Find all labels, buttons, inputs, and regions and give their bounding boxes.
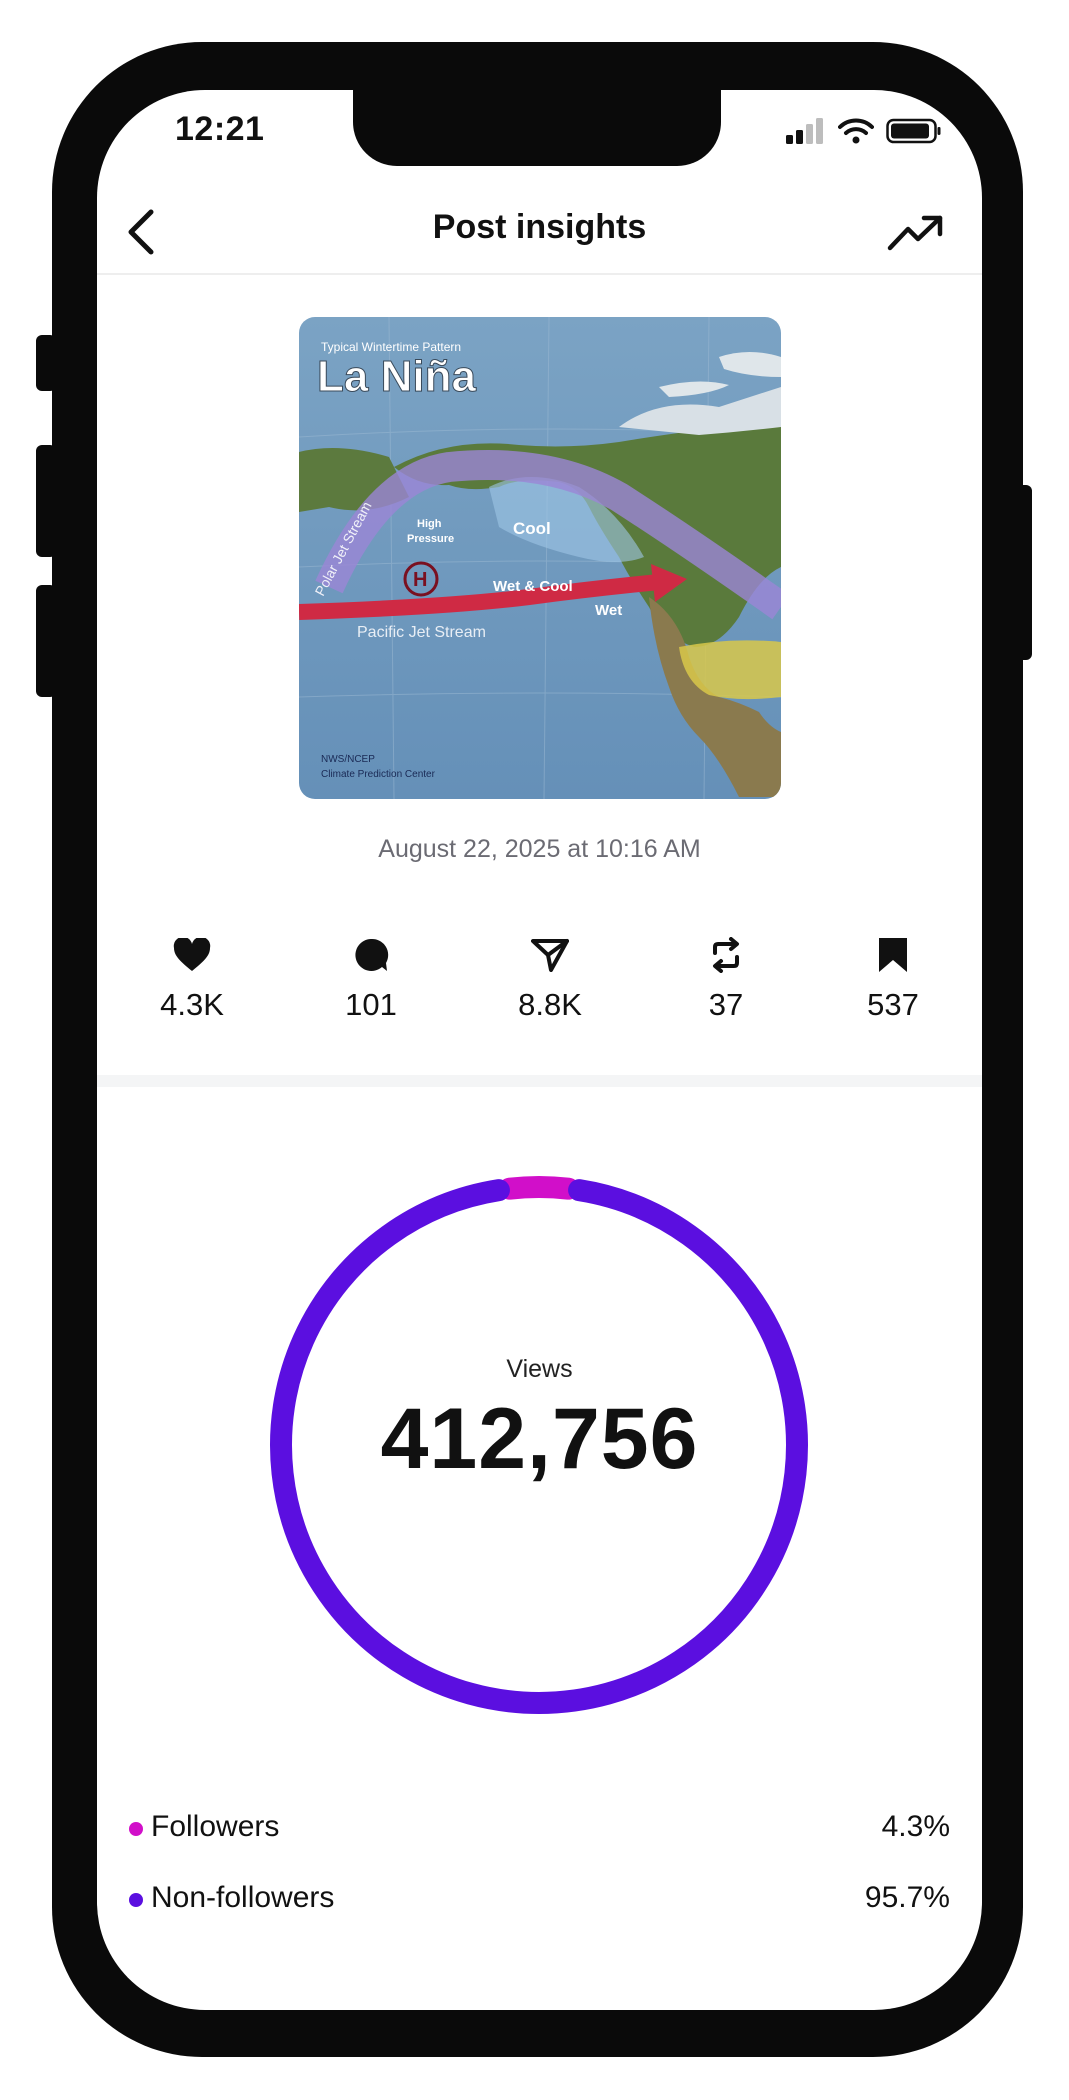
page-title: Post insights [432,208,647,246]
status-time: 12:21 [175,110,265,148]
bookmark-icon [879,938,907,972]
credit-line-1: NWS/NCEP [321,754,375,765]
nav-bar: Post insights [97,190,982,280]
status-icons [786,118,942,144]
stat-value: 8.8K [518,987,582,1022]
pressure-label: Pressure [407,533,454,545]
wet-label: Wet [595,602,622,619]
stat-value: 101 [345,987,397,1022]
image-title: La Niña [317,352,476,401]
battery-icon [886,118,941,144]
h-label: H [413,569,427,591]
stat-value: 37 [708,987,744,1022]
legend-dot [129,1893,143,1907]
legend-row-non-followers: Non-followers 95.7% [125,1881,950,1921]
stat-shares[interactable]: 8.8K [490,935,610,1023]
legend-dot [129,1822,143,1836]
la-nina-map-image: Typical Wintertime Pattern La Niña Polar… [299,317,781,799]
views-value: 412,756 [380,1391,699,1487]
signal-icon [786,118,823,144]
post-date: August 22, 2025 at 10:16 AM [378,835,701,863]
trending-up-icon [887,215,943,251]
high-label: High [417,518,442,530]
heart-icon [173,938,211,971]
wet-cool-label: Wet & Cool [493,578,573,595]
send-icon [531,939,569,972]
screen: 12:21 Post insights Typical Wintertime P… [97,90,982,2010]
trend-button[interactable] [886,208,946,258]
wifi-icon [838,118,874,144]
stat-reposts[interactable]: 37 [666,935,786,1023]
cool-label: Cool [513,519,551,538]
stat-likes[interactable]: 4.3K [132,935,252,1023]
comment-icon [355,938,389,971]
donut-segment-followers [498,1176,580,1200]
nav-divider [97,273,982,275]
section-divider [97,1075,982,1087]
legend-row-followers: Followers 4.3% [125,1810,950,1850]
credit-line-2: Climate Prediction Center [321,769,436,780]
notch [353,90,721,166]
stats-row: 4.3K 101 8.8K 37 537 [97,935,982,1045]
stat-value: 4.3K [160,987,224,1022]
legend-name: Followers [151,1810,280,1843]
repost-icon [713,937,739,973]
legend-name: Non-followers [151,1881,335,1914]
stat-comments[interactable]: 101 [311,935,431,1023]
legend-percent: 95.7% [864,1881,950,1914]
post-image[interactable]: Typical Wintertime Pattern La Niña Polar… [299,317,781,799]
views-label: Views [506,1355,573,1383]
stat-saves[interactable]: 537 [833,935,953,1023]
stat-value: 537 [867,987,919,1022]
legend-percent: 4.3% [881,1810,950,1843]
pacific-jet-label: Pacific Jet Stream [357,624,486,641]
